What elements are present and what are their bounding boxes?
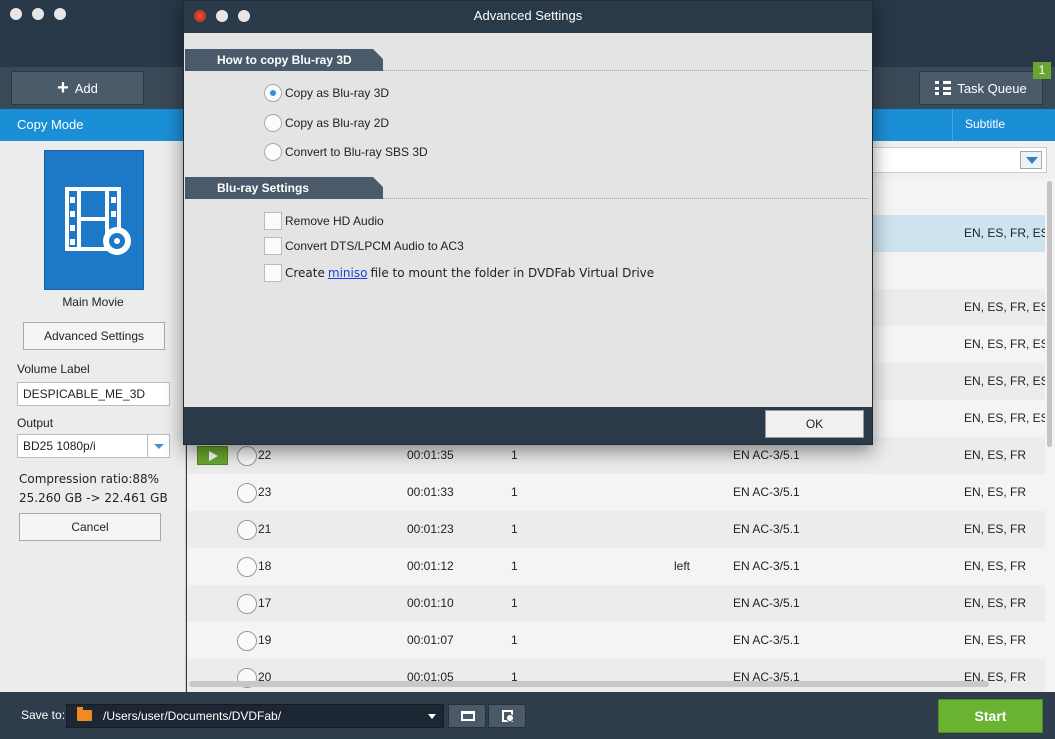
add-button[interactable]: + Add [11, 71, 144, 105]
main-movie-mode-tile[interactable] [44, 150, 144, 290]
mode-name-label: Main Movie [62, 295, 124, 309]
chevron-down-icon[interactable] [428, 714, 436, 719]
checkbox[interactable] [264, 237, 282, 255]
check-remove-hd-audio[interactable]: Remove HD Audio [264, 212, 384, 230]
table-row[interactable]: 23 00:01:33 1 EN AC-3/5.1 EN, ES, FR [187, 474, 1045, 511]
section-divider [383, 70, 869, 71]
save-path-value: /Users/user/Documents/DVDFab/ [103, 709, 282, 723]
title-radio[interactable] [237, 446, 257, 466]
title-radio[interactable] [237, 520, 257, 540]
copy-mode-header: Copy Mode [0, 109, 185, 141]
list-icon [935, 81, 952, 95]
start-button[interactable]: Start [938, 699, 1043, 733]
scrollbar-thumb[interactable] [1047, 181, 1052, 447]
dialog-close-button[interactable] [194, 10, 206, 22]
table-row[interactable]: 19 00:01:07 1 EN AC-3/5.1 EN, ES, FR [187, 622, 1045, 659]
output-select-value: BD25 1080p/i [23, 439, 96, 453]
miniso-link[interactable]: miniso [328, 266, 368, 280]
save-to-label: Save to: [21, 708, 66, 722]
minimize-window-button[interactable] [32, 8, 44, 20]
section-header-bluray-settings: Blu-ray Settings [185, 177, 384, 199]
browse-folder-button[interactable] [448, 704, 486, 728]
window-controls [10, 8, 66, 20]
folder-icon [77, 707, 92, 721]
dialog-footer: OK [184, 407, 872, 444]
dialog-titlebar: Advanced Settings [184, 1, 872, 33]
table-row[interactable]: 18 00:01:12 1 left EN AC-3/5.1 EN, ES, F… [187, 548, 1045, 585]
ok-button[interactable]: OK [765, 410, 864, 438]
advanced-settings-dialog: Advanced Settings How to copy Blu-ray 3D… [183, 0, 873, 445]
radio-selected[interactable] [264, 84, 282, 102]
subtitle-column-header[interactable]: Subtitle [952, 109, 1055, 141]
dialog-window-controls [194, 10, 250, 22]
task-queue-button[interactable]: Task Queue [919, 71, 1043, 105]
section-divider [383, 198, 869, 199]
option-copy-as-2d[interactable]: Copy as Blu-ray 2D [264, 114, 389, 132]
film-disc-icon [65, 187, 131, 255]
chevron-down-icon[interactable] [1020, 151, 1042, 169]
zoom-window-button[interactable] [54, 8, 66, 20]
dialog-zoom-button[interactable] [238, 10, 250, 22]
filter-dropdown[interactable] [872, 147, 1047, 173]
disc-image-icon [502, 710, 513, 722]
output-select[interactable]: BD25 1080p/i [17, 434, 170, 458]
option-copy-as-3d[interactable]: Copy as Blu-ray 3D [264, 84, 389, 102]
output-title: Output [17, 416, 54, 430]
cancel-button[interactable]: Cancel [19, 513, 161, 541]
title-radio[interactable] [237, 557, 257, 577]
compression-ratio: Compression ratio:88% [19, 472, 160, 486]
checkbox[interactable] [264, 264, 282, 282]
section-header-copy-3d: How to copy Blu-ray 3D [185, 49, 384, 71]
close-window-button[interactable] [10, 8, 22, 20]
chevron-down-icon[interactable] [147, 435, 169, 457]
title-radio[interactable] [237, 594, 257, 614]
checkbox[interactable] [264, 212, 282, 230]
size-readout: 25.260 GB -> 22.461 GB [19, 491, 168, 505]
radio-unselected[interactable] [264, 143, 282, 161]
dialog-title: Advanced Settings [473, 8, 583, 23]
title-radio[interactable] [237, 631, 257, 651]
left-panel: Copy Mode Main Movie Advanced Settings V… [0, 109, 186, 692]
play-icon[interactable] [197, 446, 228, 465]
check-create-miniso[interactable]: Create miniso file to mount the folder i… [264, 264, 654, 282]
horizontal-scrollbar[interactable] [189, 681, 989, 687]
dialog-minimize-button[interactable] [216, 10, 228, 22]
task-queue-count-badge: 1 [1033, 62, 1051, 79]
option-convert-sbs-3d[interactable]: Convert to Blu-ray SBS 3D [264, 143, 428, 161]
save-path-select[interactable]: /Users/user/Documents/DVDFab/ [66, 704, 444, 728]
title-radio[interactable] [237, 483, 257, 503]
table-row[interactable]: 17 00:01:10 1 EN AC-3/5.1 EN, ES, FR [187, 585, 1045, 622]
open-folder-icon [461, 711, 475, 721]
plus-icon: + [57, 77, 69, 99]
volume-label-title: Volume Label [17, 362, 90, 376]
table-row[interactable]: 20 00:01:05 1 EN AC-3/5.1 EN, ES, FR [187, 659, 1045, 692]
check-convert-dts-lpcm[interactable]: Convert DTS/LPCM Audio to AC3 [264, 237, 464, 255]
volume-label-input[interactable]: DESPICABLE_ME_3D [17, 382, 170, 406]
save-iso-button[interactable] [488, 704, 526, 728]
table-row[interactable]: 21 00:01:23 1 EN AC-3/5.1 EN, ES, FR [187, 511, 1045, 548]
vertical-scrollbar[interactable] [1045, 179, 1055, 692]
bottom-bar: Save to: /Users/user/Documents/DVDFab/ S… [0, 692, 1055, 739]
advanced-settings-button[interactable]: Advanced Settings [23, 322, 165, 350]
radio-unselected[interactable] [264, 114, 282, 132]
